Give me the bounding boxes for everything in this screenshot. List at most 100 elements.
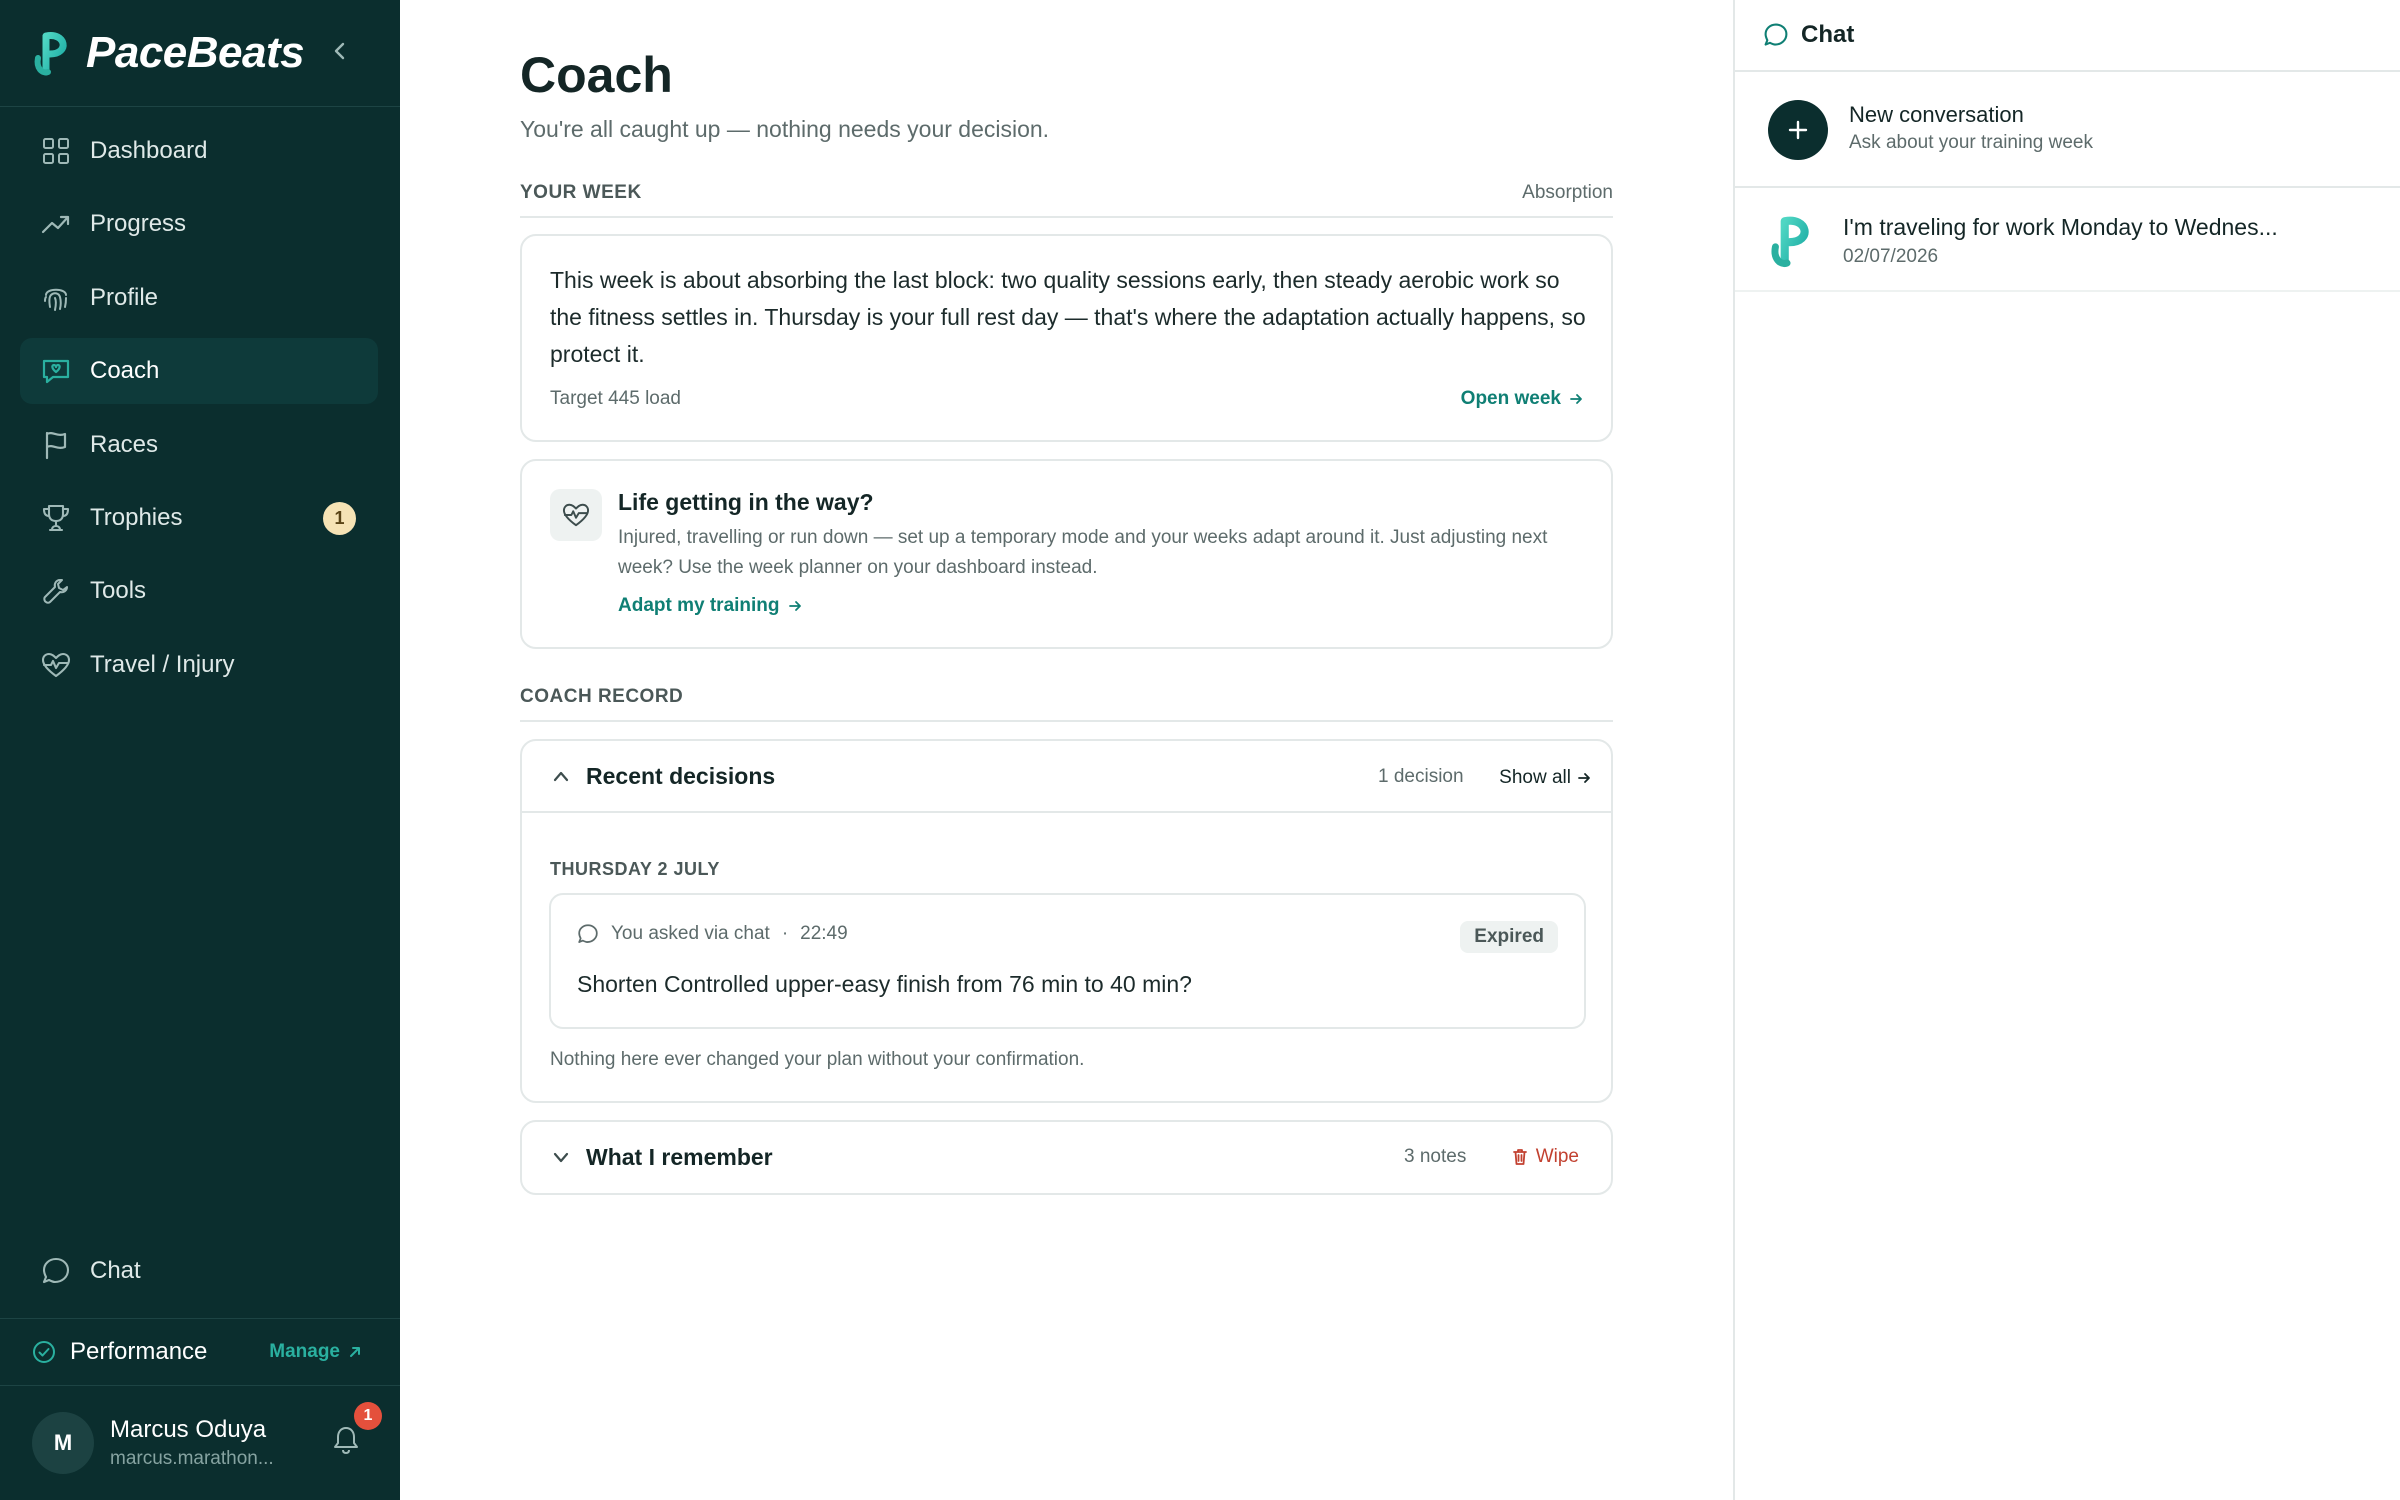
sidebar-item-label: Travel / Injury — [90, 650, 235, 678]
sidebar: PaceBeats Dashboard Progress Profile Coa… — [0, 0, 400, 1500]
external-arrow-icon — [350, 1347, 360, 1357]
pacebeats-logo-icon — [34, 32, 67, 76]
dashboard-icon — [40, 135, 72, 167]
pacebeats-logo-icon — [1771, 216, 1809, 268]
open-week-label: Open week — [1460, 388, 1561, 409]
user-info: Marcus Oduya marcus.marathon... — [110, 1416, 274, 1470]
main-content: Coach You're all caught up — nothing nee… — [400, 0, 1733, 1500]
section-divider — [520, 720, 1613, 722]
fingerprint-icon — [40, 282, 72, 314]
sidebar-item-label: Dashboard — [90, 137, 208, 164]
chat-bubble-icon — [578, 924, 598, 943]
sidebar-item-profile[interactable]: Profile — [20, 265, 378, 331]
life-card: Life getting in the way? Injured, travel… — [520, 459, 1613, 649]
trophies-count-badge: 1 — [323, 501, 356, 535]
chat-bubble-icon — [1764, 23, 1788, 46]
decision-text: Shorten Controlled upper-easy finish fro… — [577, 971, 1192, 997]
week-summary-text: This week is about absorbing the last bl… — [550, 267, 1586, 367]
sidebar-item-trophies[interactable]: Trophies 1 — [20, 485, 378, 551]
arrow-right-icon — [788, 601, 801, 611]
page-subtitle: You're all caught up — nothing needs you… — [520, 116, 1050, 142]
decision-meta: You asked via chat · 22:49 — [577, 923, 848, 945]
trophy-icon — [40, 502, 72, 534]
manage-label: Manage — [269, 1341, 340, 1362]
heart-pulse-icon — [40, 649, 72, 681]
life-card-text: Injured, travelling or run down — set up… — [618, 527, 1548, 578]
recent-decisions-title: Recent decisions — [586, 763, 776, 789]
sidebar-item-label: Progress — [90, 210, 187, 238]
page-title: Coach — [520, 47, 673, 103]
sidebar-item-label: Coach — [90, 357, 160, 385]
adapt-training-link[interactable]: Adapt my training — [618, 595, 802, 617]
chat-header: Chat — [1735, 0, 2400, 72]
user-profile[interactable]: M Marcus Oduya marcus.marathon... 1 — [0, 1386, 400, 1500]
recent-decisions-header[interactable]: Recent decisions 1 decision Show all — [522, 741, 1611, 813]
manage-plan-link[interactable]: Manage — [269, 1341, 362, 1363]
sidebar-nav: Dashboard Progress Profile Coach Races T… — [20, 118, 378, 705]
show-all-label: Show all — [1499, 767, 1571, 788]
decision-item[interactable]: You asked via chat · 22:49 Expired Short… — [549, 893, 1586, 1029]
collapse-sidebar-button[interactable] — [326, 36, 354, 66]
sidebar-divider — [0, 1318, 400, 1319]
user-email: marcus.marathon... — [110, 1448, 274, 1469]
memory-panel: What I remember 3 notes Wipe — [520, 1120, 1613, 1195]
avatar: M — [32, 1412, 94, 1474]
chevron-down-icon — [548, 1144, 574, 1170]
arrow-right-icon — [1578, 773, 1590, 783]
memory-header[interactable]: What I remember 3 notes Wipe — [522, 1122, 1611, 1193]
sidebar-item-tools[interactable]: Tools — [20, 558, 378, 624]
trending-up-icon — [40, 208, 72, 240]
decision-time: 22:49 — [800, 923, 848, 944]
memory-title: What I remember — [586, 1144, 773, 1170]
sidebar-item-label: Races — [90, 430, 159, 458]
chat-panel: Chat New conversation Ask about your tra… — [1733, 0, 2400, 1500]
sidebar-item-travel-injury[interactable]: Travel / Injury — [20, 632, 378, 698]
sidebar-item-label: Profile — [90, 283, 159, 311]
sidebar-item-label: Tools — [90, 577, 147, 605]
section-label-coach-record: COACH RECORD — [520, 686, 684, 707]
new-conversation-title: New conversation — [1849, 102, 2024, 127]
user-name: Marcus Oduya — [110, 1416, 267, 1443]
recent-decisions-panel: Recent decisions 1 decision Show all THU… — [520, 739, 1613, 1103]
brand-logo[interactable]: PaceBeats — [32, 26, 305, 80]
plan-name: Performance — [70, 1338, 208, 1365]
sidebar-item-progress[interactable]: Progress — [20, 191, 378, 257]
sidebar-item-races[interactable]: Races — [20, 412, 378, 478]
week-target-load: Target 445 load — [550, 388, 681, 409]
check-circle-icon — [32, 1340, 56, 1364]
decision-source: You asked via chat — [611, 923, 770, 944]
conversation-item[interactable]: I'm traveling for work Monday to Wednes.… — [1735, 188, 2400, 292]
life-card-title: Life getting in the way? — [618, 489, 874, 515]
flag-icon — [40, 429, 72, 461]
decision-count: 1 decision — [1378, 766, 1464, 787]
decision-date-label: THURSDAY 2 JULY — [550, 859, 720, 879]
wipe-memory-button[interactable]: Wipe — [1512, 1146, 1579, 1168]
open-week-link[interactable]: Open week — [1461, 388, 1583, 410]
wrench-icon — [40, 575, 72, 607]
new-conversation-button[interactable]: New conversation Ask about your training… — [1735, 72, 2400, 188]
chat-panel-title: Chat — [1801, 21, 1855, 48]
meta-separator: · — [781, 923, 789, 944]
sidebar-item-coach[interactable]: Coach — [20, 338, 378, 405]
chevron-up-icon — [548, 763, 574, 789]
show-all-link[interactable]: Show all — [1499, 767, 1591, 789]
status-badge: Expired — [1460, 921, 1558, 953]
section-divider — [520, 216, 1613, 218]
decisions-footnote: Nothing here ever changed your plan with… — [550, 1049, 1085, 1070]
week-phase: Absorption — [1522, 182, 1613, 203]
adapt-training-label: Adapt my training — [618, 595, 780, 616]
sidebar-item-label: Trophies — [90, 503, 183, 531]
sidebar-item-chat[interactable]: Chat — [20, 1238, 378, 1304]
plan-row: Performance Manage — [0, 1320, 400, 1384]
conversation-date: 02/07/2026 — [1843, 246, 1939, 267]
notifications-button[interactable] — [328, 1422, 364, 1458]
coach-message-icon — [40, 355, 72, 387]
sidebar-item-dashboard[interactable]: Dashboard — [20, 118, 378, 184]
plus-icon — [1768, 100, 1828, 160]
notes-count: 3 notes — [1404, 1146, 1467, 1167]
notification-count-badge: 1 — [354, 1402, 382, 1430]
wipe-label: Wipe — [1535, 1146, 1579, 1167]
heart-pulse-icon — [550, 489, 602, 541]
sidebar-chat-label: Chat — [90, 1257, 141, 1284]
chevron-left-icon — [334, 42, 345, 60]
